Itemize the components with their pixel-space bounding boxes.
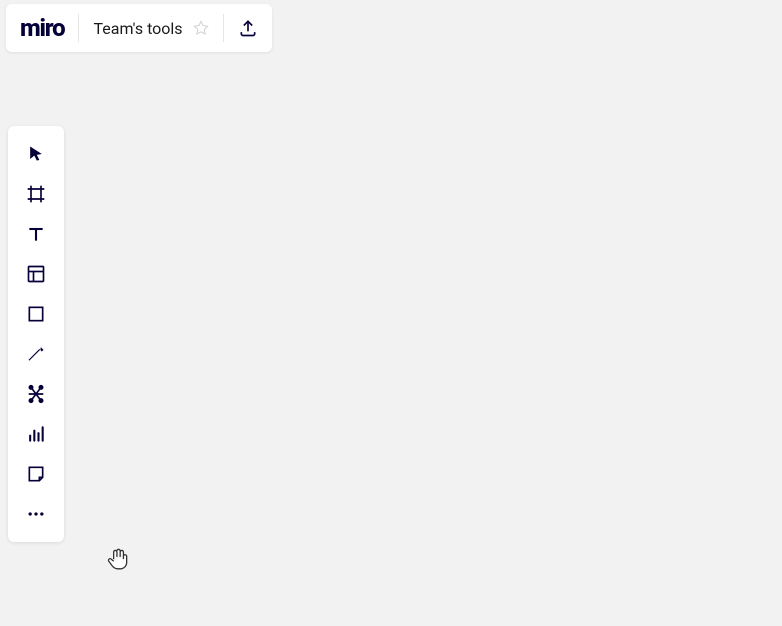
star-icon[interactable] (193, 20, 209, 36)
sticky-note-tool[interactable] (8, 454, 64, 494)
text-tool[interactable] (8, 214, 64, 254)
hand-cursor-icon (105, 545, 131, 575)
divider (223, 14, 224, 42)
select-tool[interactable] (8, 134, 64, 174)
chart-tool[interactable] (8, 414, 64, 454)
diagram-tool[interactable] (8, 374, 64, 414)
logo[interactable]: miro (20, 14, 64, 42)
toolbar (8, 126, 64, 542)
templates-tool[interactable] (8, 254, 64, 294)
divider (78, 14, 79, 42)
frame-tool[interactable] (8, 174, 64, 214)
export-icon[interactable] (238, 18, 258, 38)
board-title[interactable]: Team's tools (93, 19, 182, 38)
header-bar: miro Team's tools (6, 4, 272, 52)
rectangle-tool[interactable] (8, 294, 64, 334)
line-tool[interactable] (8, 334, 64, 374)
more-tools[interactable] (8, 494, 64, 534)
